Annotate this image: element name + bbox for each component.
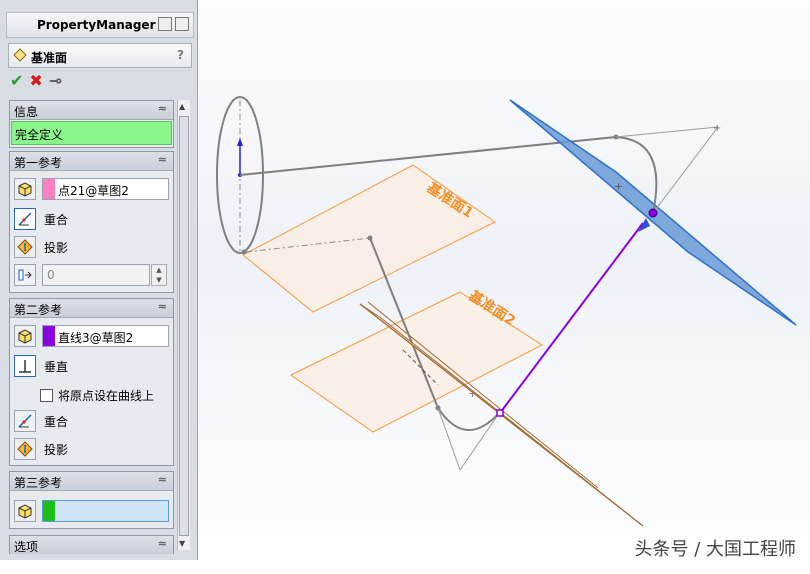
second-reference-field[interactable]: 直线3@草图2: [42, 325, 169, 347]
options-header[interactable]: 选项 ≈: [10, 536, 173, 554]
plane-feature-icon: [13, 48, 27, 62]
sketch-point[interactable]: [241, 249, 247, 255]
help-button[interactable]: ?: [177, 48, 184, 62]
pin-panel-icon[interactable]: [175, 17, 189, 31]
first-reference-panel: 第一参考 ≈ 点21@草图2 重合 投影 0 ▲ ▼: [9, 151, 174, 293]
helper-line: [615, 126, 719, 138]
third-reference-panel: 第三参考 ≈: [9, 471, 174, 529]
selected-point[interactable]: [648, 208, 658, 218]
second-reference-selection-row: [14, 324, 36, 348]
coincident-label: 重合: [44, 414, 69, 429]
y-axis-arrow: [237, 138, 243, 146]
first-reference-field[interactable]: 点21@草图2: [42, 178, 169, 200]
corner-mark-icon: +: [713, 123, 721, 134]
distance-input[interactable]: 0: [42, 264, 150, 286]
property-manager-titlebar: PropertyManager: [6, 12, 194, 38]
scroll-down-arrow-icon[interactable]: ▼: [179, 539, 185, 548]
first-reference-value: 点21@草图2: [58, 184, 129, 198]
scroll-up-arrow-icon[interactable]: ▲: [179, 102, 185, 111]
info-panel: 信息 ≈ 完全定义: [9, 100, 174, 148]
info-header[interactable]: 信息 ≈: [10, 101, 173, 120]
project-icon[interactable]: [14, 236, 36, 258]
feature-title: 基准面: [31, 51, 68, 65]
origin-on-curve-row[interactable]: 将原点设在曲线上: [40, 383, 154, 407]
line-endpoint-handle[interactable]: [496, 409, 504, 417]
project-label: 投影: [44, 442, 69, 457]
status-field: 完全定义: [11, 121, 172, 145]
options-panel: 选项 ≈: [9, 535, 174, 554]
coincident-icon[interactable]: [14, 208, 36, 230]
origin-on-curve-checkbox[interactable]: [40, 388, 53, 402]
collapse-chevron-icon[interactable]: ≈: [158, 300, 167, 313]
cancel-button[interactable]: ✖: [29, 72, 42, 90]
collapse-chevron-icon[interactable]: ≈: [158, 102, 167, 115]
action-bar: ✔ ✖ ⊸: [10, 72, 62, 90]
options-title: 选项: [14, 540, 39, 554]
perpendicular-icon[interactable]: [14, 355, 36, 377]
third-reference-selection-row: [14, 499, 36, 523]
panel-title: PropertyManager: [37, 18, 156, 32]
perpendicular-row[interactable]: 垂直: [14, 354, 68, 378]
helper-line: [459, 411, 501, 471]
cube-select-icon: [14, 325, 36, 347]
scroll-thumb[interactable]: [179, 116, 189, 536]
green-swatch: [43, 501, 55, 521]
collapse-chevron-icon[interactable]: ≈: [158, 153, 167, 166]
project-row[interactable]: 投影: [14, 235, 68, 259]
project-label: 投影: [44, 240, 69, 255]
expand-chevron-icon[interactable]: ≈: [158, 537, 167, 550]
second-reference-panel: 第二参考 ≈ 直线3@草图2 垂直 将原点设在曲线上 重合 投影: [9, 298, 174, 466]
distance-value: 0: [47, 268, 55, 282]
project-row-2[interactable]: 投影: [14, 437, 68, 461]
second-reference-title: 第二参考: [14, 303, 63, 317]
purple-swatch: [43, 326, 55, 346]
selected-line[interactable]: [499, 222, 644, 414]
project-icon[interactable]: [14, 438, 36, 460]
collapse-chevron-icon[interactable]: ≈: [158, 473, 167, 486]
coincident-label: 重合: [44, 212, 69, 227]
pushpin-button[interactable]: ⊸: [49, 72, 62, 90]
helper-line: [437, 407, 461, 471]
coincident-icon[interactable]: [14, 410, 36, 432]
second-reference-header[interactable]: 第二参考 ≈: [10, 299, 173, 318]
coincident-row[interactable]: 重合: [14, 207, 68, 231]
distance-spinner[interactable]: ▲ ▼: [151, 264, 167, 286]
watermark: 头条号 / 大国工程师: [634, 539, 796, 560]
info-header-label: 信息: [14, 105, 39, 119]
helper-line: [652, 126, 719, 214]
pink-swatch: [43, 179, 55, 199]
origin-on-curve-label: 将原点设在曲线上: [58, 388, 155, 403]
plane-center-mark-icon: +: [614, 180, 623, 193]
lower-arc[interactable]: [437, 407, 501, 431]
property-manager: PropertyManager 基准面 ? ✔ ✖ ⊸ 信息 ≈ 完全定义 第一…: [0, 0, 198, 560]
third-reference-header[interactable]: 第三参考 ≈: [10, 472, 173, 491]
flip-offset-icon[interactable]: [14, 264, 36, 286]
first-reference-header[interactable]: 第一参考 ≈: [10, 152, 173, 171]
angle-row: [14, 263, 36, 287]
normal-arrow-icon: [638, 218, 650, 232]
first-reference-title: 第一参考: [14, 156, 63, 170]
first-reference-selection-row: [14, 177, 36, 201]
coincident-row-2[interactable]: 重合: [14, 409, 68, 433]
third-reference-title: 第三参考: [14, 476, 63, 490]
collapse-icon[interactable]: [158, 17, 172, 31]
cube-select-icon: [14, 178, 36, 200]
third-reference-field[interactable]: [42, 500, 169, 522]
second-reference-value: 直线3@草图2: [58, 331, 134, 345]
model-view[interactable]: 基准面1 基准面2 + + +: [198, 0, 810, 571]
ok-button[interactable]: ✔: [10, 72, 23, 90]
feature-header: 基准面 ?: [8, 43, 192, 68]
cube-select-icon: [14, 500, 36, 522]
graphics-viewport[interactable]: 基准面1 基准面2 + + + 头条号 / 大国工程师: [198, 0, 810, 571]
perpendicular-label: 垂直: [44, 359, 69, 374]
status-text: 完全定义: [15, 128, 64, 142]
panel-scrollbar[interactable]: ▲ ▼: [177, 100, 190, 550]
